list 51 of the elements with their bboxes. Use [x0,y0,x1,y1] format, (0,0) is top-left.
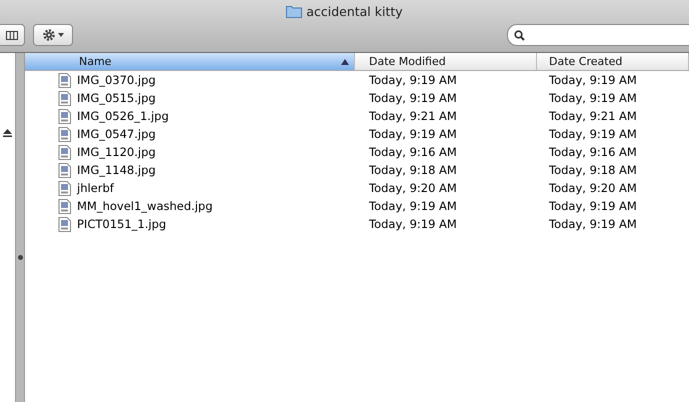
date-modified: Today, 9:16 AM [368,145,457,159]
file-name: IMG_0526_1.jpg [77,109,169,123]
image-file-icon [58,198,71,214]
column-header[interactable]: Date Created [537,53,689,70]
image-file-icon [58,90,71,106]
column-view-button[interactable] [0,24,25,46]
date-created: Today, 9:19 AM [548,127,637,141]
eject-icon [3,129,12,137]
image-file-icon [58,216,71,232]
date-created: Today, 9:20 AM [548,181,637,195]
action-menu-button[interactable] [33,24,73,46]
image-file-icon [58,72,71,88]
date-modified: Today, 9:19 AM [368,127,457,141]
image-file-icon [58,144,71,160]
date-modified: Today, 9:19 AM [368,217,457,231]
date-modified: Today, 9:21 AM [368,109,457,123]
image-file-icon [58,180,71,196]
sort-ascending-icon [341,58,349,64]
file-name: IMG_1148.jpg [77,163,156,177]
date-modified: Today, 9:20 AM [368,181,457,195]
image-file-icon [58,162,71,178]
column-header[interactable]: Date Modified [355,53,537,70]
date-modified: Today, 9:19 AM [368,73,457,87]
image-file-icon [58,108,71,124]
image-file-icon [58,126,71,142]
date-modified: Today, 9:19 AM [368,91,457,105]
date-created: Today, 9:19 AM [548,73,637,87]
file-name: PICT0151_1.jpg [77,217,166,231]
date-created: Today, 9:19 AM [548,91,637,105]
date-created: Today, 9:16 AM [548,145,637,159]
file-name: MM_hovel1_washed.jpg [77,199,213,213]
file-name: IMG_0547.jpg [77,127,156,141]
date-modified: Today, 9:19 AM [368,199,457,213]
date-created: Today, 9:18 AM [548,163,637,177]
date-created: Today, 9:19 AM [548,199,637,213]
search-icon [514,30,525,40]
date-created: Today, 9:21 AM [548,109,637,123]
splitter-handle-icon[interactable] [18,255,22,260]
window-title: accidental kitty [306,4,403,18]
folder-icon [286,4,302,18]
gear-icon [42,28,56,42]
caret-icon [58,33,64,37]
file-name: IMG_0515.jpg [77,91,156,105]
file-name: IMG_0370.jpg [77,73,156,87]
date-created: Today, 9:19 AM [548,217,637,231]
columns-icon [6,30,18,40]
date-modified: Today, 9:18 AM [368,163,457,177]
file-name: jhlerbf [77,181,114,195]
search-field[interactable] [507,24,689,46]
file-name: IMG_1120.jpg [77,145,156,159]
column-header[interactable]: Name [25,53,355,70]
